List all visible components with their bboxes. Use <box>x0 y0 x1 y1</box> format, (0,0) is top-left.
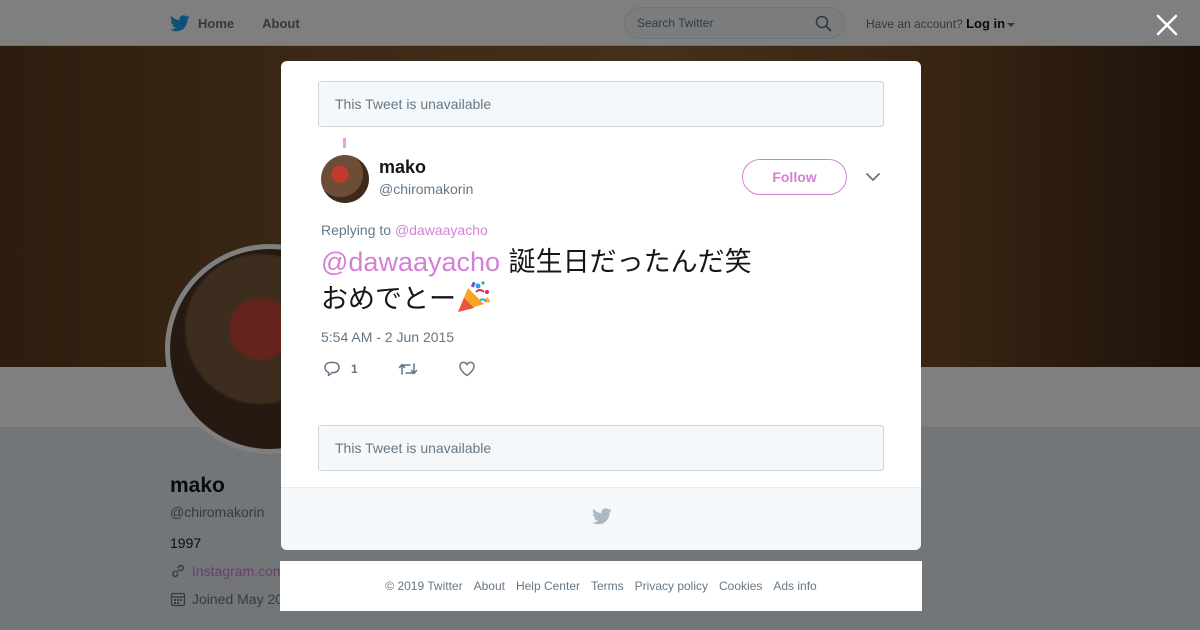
heart-icon[interactable] <box>458 360 476 378</box>
tweet-text: @dawaayacho 誕生日だったんだ笑 おめでとー <box>321 245 881 317</box>
like-action[interactable] <box>458 360 476 378</box>
tweet-author-name[interactable]: mako <box>379 157 426 178</box>
retweet-icon[interactable] <box>398 360 418 378</box>
footer-copyright: © 2019 Twitter <box>385 579 463 593</box>
footer-link-terms[interactable]: Terms <box>591 579 624 593</box>
reply-icon[interactable] <box>323 360 341 378</box>
unavailable-tweet-bottom: This Tweet is unavailable <box>318 425 884 471</box>
tweet-avatar[interactable] <box>321 155 369 203</box>
modal-footer <box>281 487 921 550</box>
tweet-author-handle[interactable]: @chiromakorin <box>379 181 473 197</box>
tweet-text-line2: おめでとー <box>321 284 456 315</box>
follow-button[interactable]: Follow <box>742 159 847 195</box>
tweet-text-line1: 誕生日だったんだ笑 <box>508 247 752 278</box>
thread-connector <box>343 138 346 148</box>
tweet-timestamp[interactable]: 5:54 AM - 2 Jun 2015 <box>321 329 454 345</box>
twitter-bird-icon <box>592 508 612 525</box>
retweet-action[interactable] <box>398 360 418 378</box>
reply-count: 1 <box>351 362 358 376</box>
tweet-actions: 1 <box>323 360 516 378</box>
tweet-mention[interactable]: @dawaayacho <box>321 247 500 277</box>
footer-link-about[interactable]: About <box>474 579 505 593</box>
party-popper-icon <box>458 281 491 312</box>
replying-to: Replying to @dawaayacho <box>321 222 488 238</box>
footer-link-cookies[interactable]: Cookies <box>719 579 762 593</box>
chevron-down-icon[interactable] <box>865 171 881 183</box>
replying-to-link[interactable]: @dawaayacho <box>395 222 488 238</box>
tweet-modal: This Tweet is unavailable mako @chiromak… <box>281 61 921 550</box>
page-footer: © 2019 Twitter About Help Center Terms P… <box>280 561 922 611</box>
reply-action[interactable]: 1 <box>323 360 358 378</box>
unavailable-tweet-top: This Tweet is unavailable <box>318 81 884 127</box>
footer-link-privacy[interactable]: Privacy policy <box>635 579 708 593</box>
footer-link-ads-info[interactable]: Ads info <box>773 579 816 593</box>
replying-prefix: Replying to <box>321 222 392 238</box>
close-icon[interactable] <box>1154 12 1180 38</box>
footer-link-help-center[interactable]: Help Center <box>516 579 580 593</box>
